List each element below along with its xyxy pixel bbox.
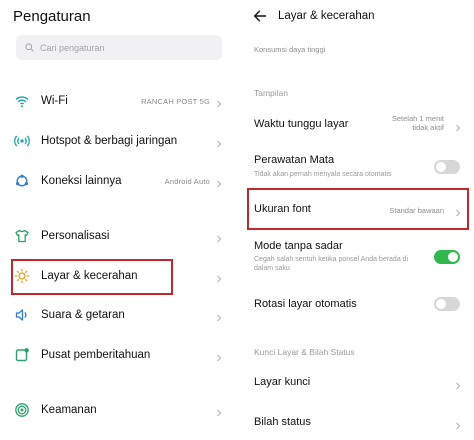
chevron-right-icon <box>215 310 223 322</box>
settings-item-hotspot[interactable]: Hotspot & berbagi jaringan <box>0 126 232 156</box>
settings-item-label: Hotspot & berbagi jaringan <box>41 135 178 147</box>
setting-value-line: Setelah 1 menit <box>391 114 444 123</box>
toggle-knob <box>436 162 446 172</box>
settings-item-wifi[interactable]: Wi-Fi RANCAH POST 5G <box>0 86 232 116</box>
cut-off-description: Konsumsi daya tinggi <box>254 45 326 54</box>
setting-label: Layar kunci <box>254 376 311 388</box>
setting-label: Mode tanpa sadar <box>254 240 343 252</box>
hotspot-icon <box>14 133 30 149</box>
chevron-right-icon <box>454 120 462 132</box>
settings-item-sound-vibration[interactable]: Suara & getaran <box>0 300 232 330</box>
chevron-right-icon <box>215 96 223 108</box>
settings-panel: Pengaturan Cari pengaturan Wi-Fi RANCAH … <box>0 0 232 440</box>
settings-item-value: Android Auto <box>164 176 210 186</box>
chevron-right-icon <box>454 378 462 390</box>
section-header-lock-screen: Kunci Layar & Bilah Status <box>254 347 355 357</box>
setting-value-line: tidak aktif <box>412 123 444 132</box>
setting-description: Tidak akan pernah menyala secara otomati… <box>254 171 392 178</box>
back-arrow-icon[interactable] <box>253 9 267 23</box>
settings-item-value: RANCAH POST 5G <box>141 96 210 106</box>
settings-item-label: Pusat pemberitahuan <box>41 349 151 361</box>
toggle-knob <box>436 299 446 309</box>
speaker-icon <box>14 307 30 323</box>
settings-item-notification-center[interactable]: Pusat pemberitahuan <box>0 340 232 370</box>
setting-value: Setelah 1 menit tidak aktif <box>392 114 444 132</box>
setting-description: Cegah salah sentuh ketika ponsel Anda be… <box>254 256 409 272</box>
page-title: Pengaturan <box>13 8 91 25</box>
chevron-right-icon <box>215 271 223 283</box>
chevron-right-icon <box>215 405 223 417</box>
connection-icon <box>14 173 30 189</box>
chevron-right-icon <box>215 231 223 243</box>
chevron-right-icon <box>215 176 223 188</box>
display-brightness-panel: Layar & kecerahan Konsumsi daya tinggi T… <box>240 0 474 440</box>
settings-item-other-connections[interactable]: Koneksi lainnya Android Auto <box>0 166 232 196</box>
settings-item-personalization[interactable]: Personalisasi <box>0 221 232 251</box>
search-input[interactable]: Cari pengaturan <box>16 35 222 60</box>
settings-item-label: Keamanan <box>41 404 97 416</box>
auto-rotate-toggle[interactable] <box>434 297 460 311</box>
eye-care-toggle[interactable] <box>434 160 460 174</box>
settings-item-label: Koneksi lainnya <box>41 175 122 187</box>
setting-label: Perawatan Mata <box>254 154 335 166</box>
section-header-display: Tampilan <box>254 88 289 98</box>
toggle-knob <box>448 252 458 262</box>
security-icon <box>14 402 30 418</box>
notification-icon <box>14 347 30 363</box>
search-placeholder: Cari pengaturan <box>40 42 105 53</box>
page-title: Layar & kecerahan <box>278 10 375 22</box>
settings-item-label: Personalisasi <box>41 230 110 242</box>
settings-item-label: Suara & getaran <box>41 309 125 321</box>
wifi-icon <box>14 93 30 109</box>
panel-divider <box>232 0 240 440</box>
chevron-right-icon <box>454 418 462 430</box>
tshirt-icon <box>14 228 30 244</box>
chevron-right-icon <box>215 136 223 148</box>
pocket-mode-toggle[interactable] <box>434 250 460 264</box>
setting-label: Rotasi layar otomatis <box>254 298 357 310</box>
highlight-box <box>11 259 173 295</box>
setting-label: Waktu tunggu layar <box>254 118 349 130</box>
chevron-right-icon <box>215 350 223 362</box>
settings-item-security[interactable]: Keamanan <box>0 395 232 425</box>
highlight-box <box>247 188 469 230</box>
settings-item-label: Wi-Fi <box>41 95 68 107</box>
setting-label: Bilah status <box>254 416 311 428</box>
search-icon <box>25 43 34 52</box>
